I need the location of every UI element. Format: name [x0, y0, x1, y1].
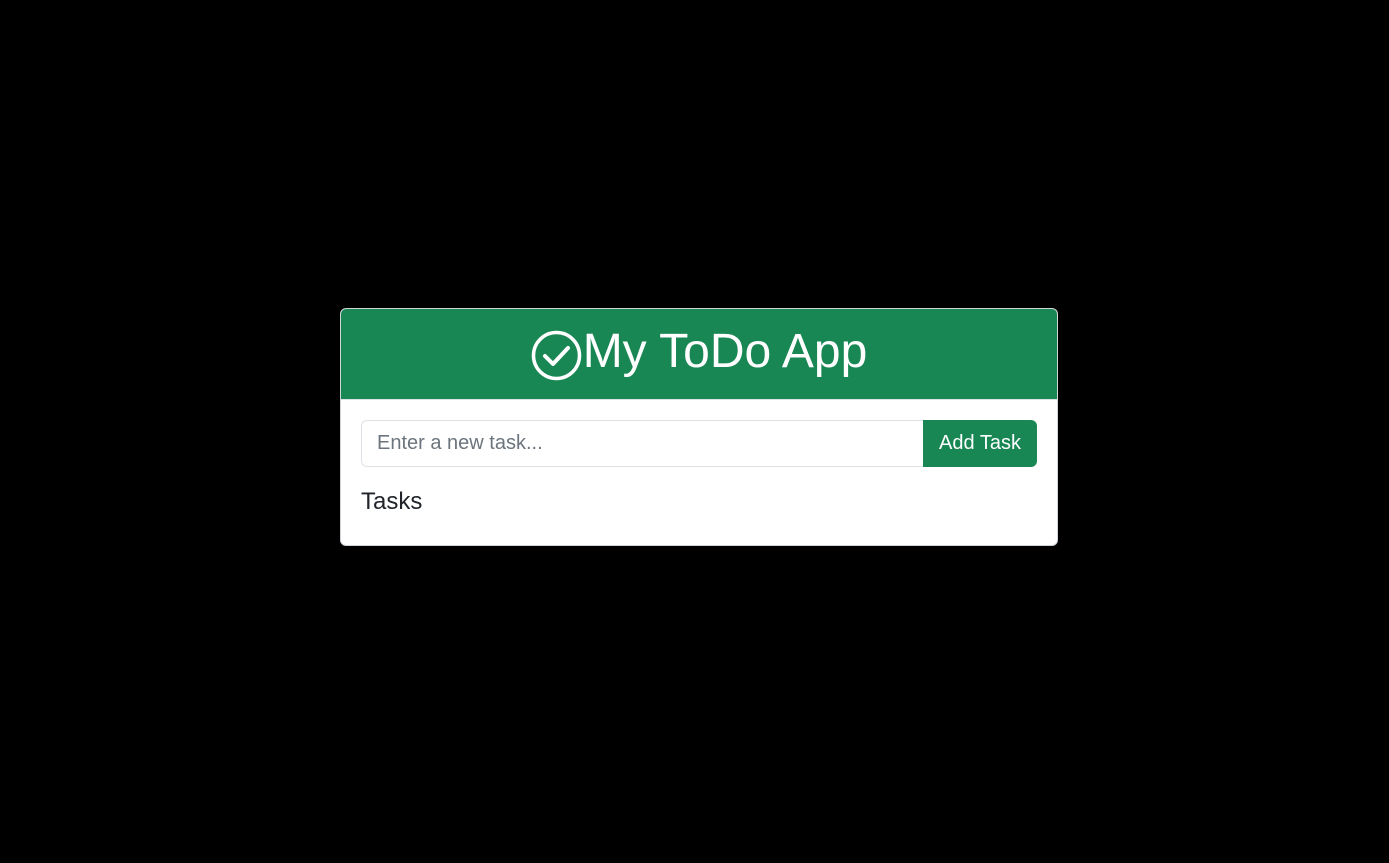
todo-card: My ToDo App Add Task Tasks [340, 308, 1058, 546]
add-task-form: Add Task [361, 420, 1037, 467]
app-header: My ToDo App [341, 309, 1057, 400]
card-body: Add Task Tasks [341, 400, 1057, 517]
app-title: My ToDo App [582, 325, 868, 378]
new-task-input[interactable] [361, 420, 923, 467]
check-circle-icon [531, 330, 582, 381]
tasks-heading: Tasks [361, 488, 423, 515]
add-task-button[interactable]: Add Task [923, 420, 1037, 467]
